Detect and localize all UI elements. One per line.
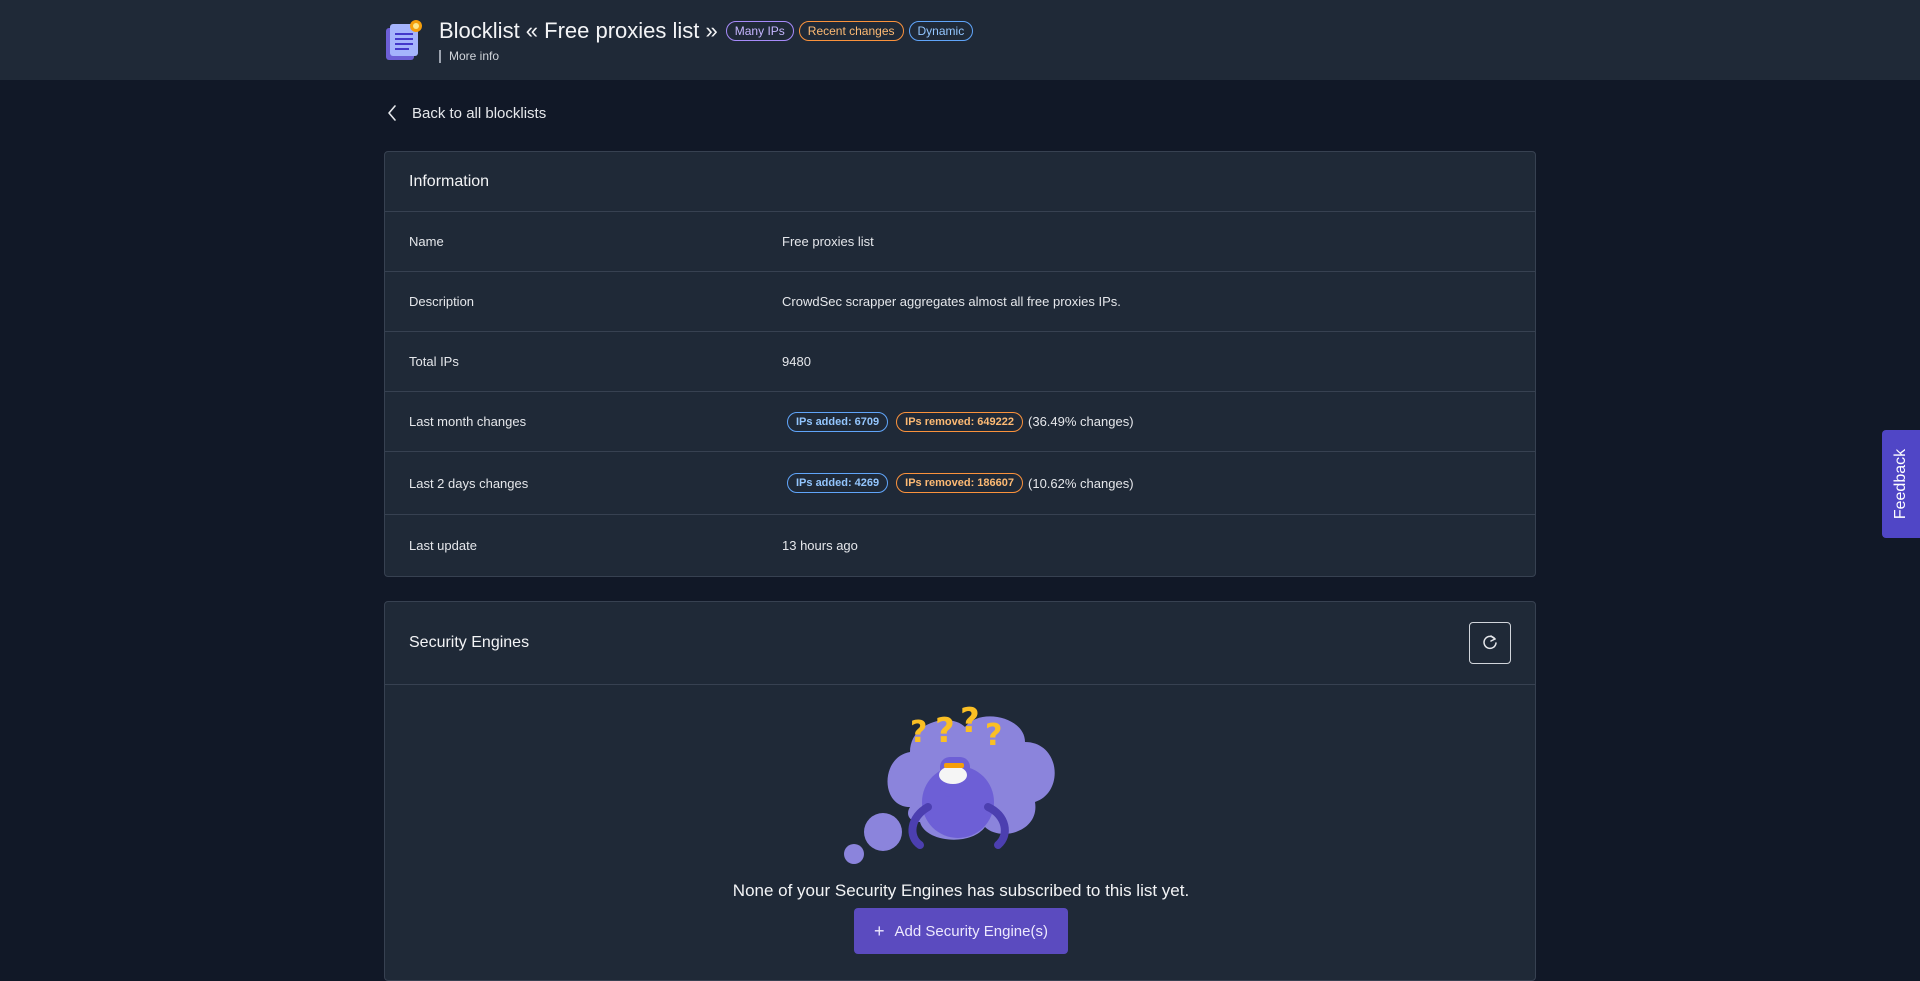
svg-text:?: ?	[910, 715, 927, 750]
refresh-button[interactable]	[1469, 622, 1511, 664]
security-engines-card: Security Engines ? ? ? ? None of your Se…	[384, 601, 1536, 981]
row-value: CrowdSec scrapper aggregates almost all …	[782, 294, 1121, 309]
info-row-last-month-changes: Last month changes IPs added: 6709 IPs r…	[385, 392, 1535, 452]
ips-removed-badge: IPs removed: 649222	[896, 411, 1024, 432]
info-row-description: Description CrowdSec scrapper aggregates…	[385, 272, 1535, 332]
refresh-icon	[1483, 635, 1497, 650]
information-card: Information Name Free proxies list Descr…	[384, 151, 1536, 577]
add-button-label: Add Security Engine(s)	[894, 922, 1048, 940]
back-to-blocklists-link[interactable]: Back to all blocklists	[386, 104, 546, 122]
info-row-last-update: Last update 13 hours ago	[385, 515, 1535, 575]
chevron-left-icon	[388, 105, 396, 121]
change-percentage: (36.49% changes)	[1028, 414, 1134, 429]
row-value: IPs added: 6709 IPs removed: 649222 (36.…	[787, 411, 1134, 432]
row-label: Last month changes	[409, 414, 527, 429]
top-header: Blocklist « Free proxies list » Many IPs…	[0, 0, 1920, 80]
row-value: IPs added: 4269 IPs removed: 186607 (10.…	[787, 473, 1134, 493]
info-row-total-ips: Total IPs 9480	[385, 332, 1535, 392]
security-engines-header: Security Engines	[385, 602, 1535, 685]
ips-removed-badge: IPs removed: 186607	[896, 473, 1024, 493]
back-link-label: Back to all blocklists	[412, 104, 547, 122]
info-row-name: Name Free proxies list	[385, 212, 1535, 272]
empty-state-message: None of your Security Engines has subscr…	[732, 881, 1190, 900]
row-label: Total IPs	[409, 354, 459, 369]
svg-text:?: ?	[985, 718, 1002, 753]
change-percentage: (10.62% changes)	[1028, 475, 1134, 491]
more-info-link[interactable]: More info	[439, 50, 499, 63]
row-label: Last 2 days changes	[409, 475, 529, 491]
list-document-icon	[384, 20, 424, 62]
page-title: Blocklist « Free proxies list »	[439, 18, 718, 43]
tag-dynamic: Dynamic	[908, 21, 974, 41]
confused-mascot-illustration: ? ? ? ?	[840, 697, 1090, 877]
row-label: Description	[409, 294, 475, 309]
feedback-label: Feedback	[1892, 448, 1910, 520]
row-label: Last update	[409, 537, 477, 553]
svg-text:?: ?	[960, 701, 980, 741]
tag-many-ips: Many IPs	[725, 21, 794, 41]
info-row-last-2-days-changes: Last 2 days changes IPs added: 4269 IPs …	[385, 452, 1535, 515]
row-value: 9480	[782, 354, 811, 369]
svg-text:?: ?	[935, 711, 955, 751]
plus-icon: +	[874, 920, 885, 941]
feedback-tab[interactable]: Feedback	[1882, 430, 1920, 538]
information-title: Information	[385, 152, 1535, 212]
security-engines-title: Security Engines	[409, 634, 530, 651]
row-value: Free proxies list	[782, 234, 874, 249]
ips-added-badge: IPs added: 4269	[787, 473, 889, 493]
add-security-engine-button[interactable]: + Add Security Engine(s)	[854, 908, 1068, 954]
tag-recent-changes: Recent changes	[798, 21, 904, 41]
ips-added-badge: IPs added: 6709	[787, 411, 889, 432]
row-label: Name	[409, 234, 444, 249]
row-value: 13 hours ago	[782, 537, 858, 553]
